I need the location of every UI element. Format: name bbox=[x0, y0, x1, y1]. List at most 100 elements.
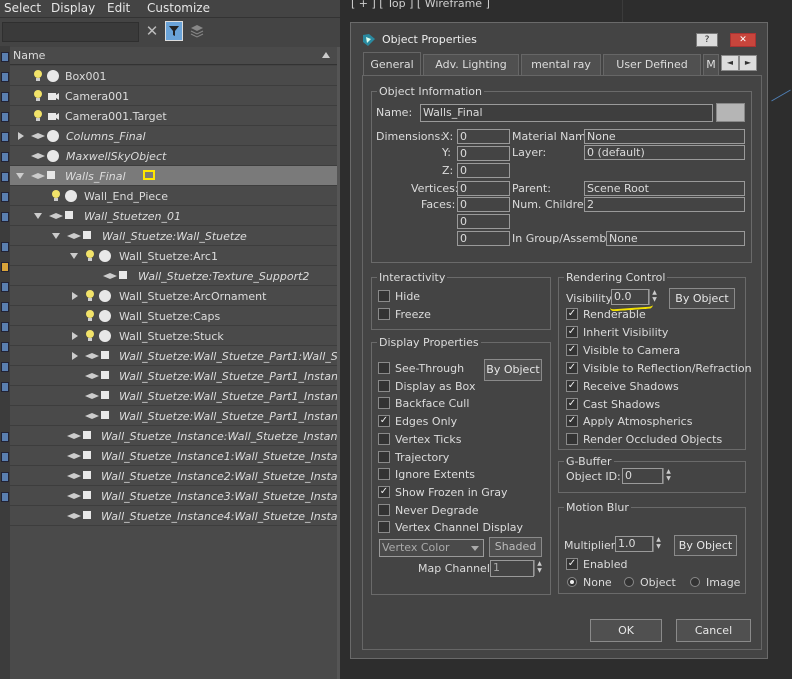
object-id-field[interactable]: 0 bbox=[622, 468, 663, 484]
tree-row-instance3[interactable]: Wall_Stuetze_Instance3:Wall_Stuetze_Inst… bbox=[10, 486, 348, 506]
collapse-arrow-icon[interactable] bbox=[34, 213, 42, 219]
collapse-arrow-icon[interactable] bbox=[70, 253, 78, 259]
menu-display[interactable]: Display bbox=[51, 1, 95, 15]
display-checkbox[interactable] bbox=[378, 450, 390, 463]
tree-row-instance1[interactable]: Wall_Stuetze_Instance1:Wall_Stuetze_Inst… bbox=[10, 446, 348, 466]
tree-row-wall-stuetzen-01[interactable]: Wall_Stuetzen_01 bbox=[10, 206, 337, 226]
tree-row-arc1[interactable]: Wall_Stuetze:Arc1 bbox=[10, 246, 337, 266]
expand-arrow-icon[interactable] bbox=[72, 292, 78, 300]
expand-arrow-icon[interactable] bbox=[72, 352, 78, 360]
ok-button[interactable]: OK bbox=[590, 619, 662, 642]
tree-row-stuck[interactable]: Wall_Stuetze:Stuck bbox=[10, 326, 337, 346]
radio-object[interactable] bbox=[624, 577, 634, 587]
menu-select[interactable]: Select bbox=[4, 1, 41, 15]
map-channel-spinner[interactable]: ▲ ▼ bbox=[534, 560, 544, 576]
motion-blur-by-object-button[interactable]: By Object bbox=[674, 535, 737, 556]
object-color-swatch[interactable] bbox=[716, 103, 745, 122]
close-button[interactable]: ✕ bbox=[730, 33, 756, 47]
collapse-arrow-icon[interactable] bbox=[52, 233, 60, 239]
tab-mental-ray[interactable]: mental ray bbox=[521, 54, 601, 75]
display-checkbox[interactable] bbox=[378, 397, 390, 410]
tab-scroll-left[interactable]: ◄ bbox=[721, 55, 739, 71]
tab-scroll-right[interactable]: ► bbox=[739, 55, 757, 71]
tab-general[interactable]: General bbox=[363, 52, 421, 76]
display-checkbox[interactable] bbox=[378, 379, 390, 392]
visibility-spinner[interactable]: ▲ ▼ bbox=[649, 289, 659, 305]
name-field[interactable]: Walls_Final bbox=[420, 104, 713, 122]
tree-row-part1-instance-3[interactable]: Wall_Stuetze:Wall_Stuetze_Part1_Instan..… bbox=[10, 406, 348, 426]
light-bulb-icon[interactable] bbox=[32, 89, 46, 103]
display-checkbox[interactable]: ✓ bbox=[378, 415, 390, 428]
multiplier-spinner[interactable]: ▲ ▼ bbox=[653, 536, 663, 552]
tree-row-camera001[interactable]: Camera001 bbox=[10, 86, 337, 106]
render-checkbox[interactable]: ✓ bbox=[566, 308, 578, 320]
light-bulb-icon[interactable] bbox=[32, 109, 46, 123]
light-bulb-icon[interactable] bbox=[84, 329, 98, 343]
display-checkbox[interactable] bbox=[378, 521, 390, 534]
menu-customize[interactable]: Customize bbox=[147, 1, 210, 15]
tree-row-camera-target[interactable]: Camera001.Target bbox=[10, 106, 337, 126]
column-header-name[interactable]: Name bbox=[10, 47, 338, 65]
tree-row-part1[interactable]: Wall_Stuetze:Wall_Stuetze_Part1:Wall_S..… bbox=[10, 346, 348, 366]
render-checkbox[interactable]: ✓ bbox=[566, 325, 578, 338]
render-by-object-button[interactable]: By Object bbox=[669, 288, 735, 309]
light-bulb-icon[interactable] bbox=[50, 189, 64, 203]
hide-checkbox[interactable] bbox=[378, 290, 390, 302]
tree-row-caps[interactable]: Wall_Stuetze:Caps bbox=[10, 306, 337, 326]
sort-arrow-icon[interactable] bbox=[322, 52, 330, 58]
expand-arrow-icon[interactable] bbox=[72, 332, 78, 340]
collapse-arrow-icon[interactable] bbox=[16, 173, 24, 179]
tree-row-texture-support2[interactable]: Wall_Stuetze:Texture_Support2 bbox=[10, 266, 337, 286]
tab-adv-lighting[interactable]: Adv. Lighting bbox=[423, 54, 519, 75]
display-checkbox[interactable] bbox=[378, 362, 390, 374]
viewport-label[interactable]: [ + ] [ Top ] [ Wireframe ] bbox=[351, 0, 490, 10]
light-bulb-icon[interactable] bbox=[84, 309, 98, 323]
display-checkbox[interactable] bbox=[378, 468, 390, 481]
display-checkbox[interactable] bbox=[378, 432, 390, 445]
tree-row-maxwell-sky[interactable]: MaxwellSkyObject bbox=[10, 146, 337, 166]
cancel-button[interactable]: Cancel bbox=[676, 619, 751, 642]
clear-search-icon[interactable]: ✕ bbox=[145, 24, 159, 39]
tree-row-instance4[interactable]: Wall_Stuetze_Instance4:Wall_Stuetze_Inst… bbox=[10, 506, 348, 526]
render-checkbox[interactable]: ✓ bbox=[566, 379, 578, 392]
expand-arrow-icon[interactable] bbox=[18, 132, 24, 140]
light-bulb-icon[interactable] bbox=[84, 249, 98, 263]
render-checkbox[interactable] bbox=[566, 433, 578, 446]
menu-edit[interactable]: Edit bbox=[107, 1, 130, 15]
map-channel-field[interactable]: 1 bbox=[490, 560, 534, 577]
object-id-spinner[interactable]: ▲ ▼ bbox=[663, 468, 673, 484]
tree-row-part1-instance-2[interactable]: Wall_Stuetze:Wall_Stuetze_Part1_Instan..… bbox=[10, 386, 348, 406]
tree-row-walls-final[interactable]: Walls_Final bbox=[10, 166, 337, 186]
tree-row-columns-final[interactable]: Columns_Final bbox=[10, 126, 337, 146]
display-checkbox[interactable] bbox=[378, 503, 390, 516]
visibility-field[interactable]: 0.0 bbox=[611, 289, 649, 305]
layers-icon[interactable] bbox=[189, 24, 205, 38]
tree-row-arc-ornament[interactable]: Wall_Stuetze:ArcOrnament bbox=[10, 286, 337, 306]
tree-row-box001[interactable]: Box001 bbox=[10, 66, 337, 86]
tree-row-wall-stuetze[interactable]: Wall_Stuetze:Wall_Stuetze bbox=[10, 226, 337, 246]
render-checkbox[interactable]: ✓ bbox=[566, 343, 578, 356]
light-bulb-icon[interactable] bbox=[84, 289, 98, 303]
tree-row-instance2[interactable]: Wall_Stuetze_Instance2:Wall_Stuetze_Inst… bbox=[10, 466, 348, 486]
vertex-color-dropdown[interactable]: Vertex Color bbox=[379, 539, 484, 557]
tree-row-part1-instance[interactable]: Wall_Stuetze:Wall_Stuetze_Part1_Instanc.… bbox=[10, 366, 354, 386]
render-checkbox[interactable]: ✓ bbox=[566, 415, 578, 428]
shaded-button[interactable]: Shaded bbox=[489, 537, 542, 557]
display-checkbox[interactable]: ✓ bbox=[378, 485, 390, 498]
tab-more[interactable]: M bbox=[703, 54, 719, 75]
help-button[interactable]: ? bbox=[696, 33, 718, 47]
tab-user-defined[interactable]: User Defined bbox=[603, 54, 701, 75]
filter-icon[interactable] bbox=[165, 21, 183, 41]
enabled-checkbox[interactable]: ✓ bbox=[566, 558, 578, 570]
tree-row-wall-end-piece[interactable]: Wall_End_Piece bbox=[10, 186, 337, 206]
render-checkbox[interactable]: ✓ bbox=[566, 361, 578, 374]
radio-none[interactable] bbox=[567, 577, 577, 587]
multiplier-field[interactable]: 1.0 bbox=[615, 536, 653, 552]
render-checkbox[interactable]: ✓ bbox=[566, 397, 578, 410]
search-input[interactable] bbox=[2, 22, 139, 42]
freeze-checkbox[interactable] bbox=[378, 308, 390, 320]
radio-image[interactable] bbox=[690, 577, 700, 587]
tree-row-instance[interactable]: Wall_Stuetze_Instance:Wall_Stuetze_Insta… bbox=[10, 426, 350, 446]
display-by-object-button[interactable]: By Object bbox=[484, 359, 542, 381]
light-bulb-icon[interactable] bbox=[32, 69, 46, 83]
